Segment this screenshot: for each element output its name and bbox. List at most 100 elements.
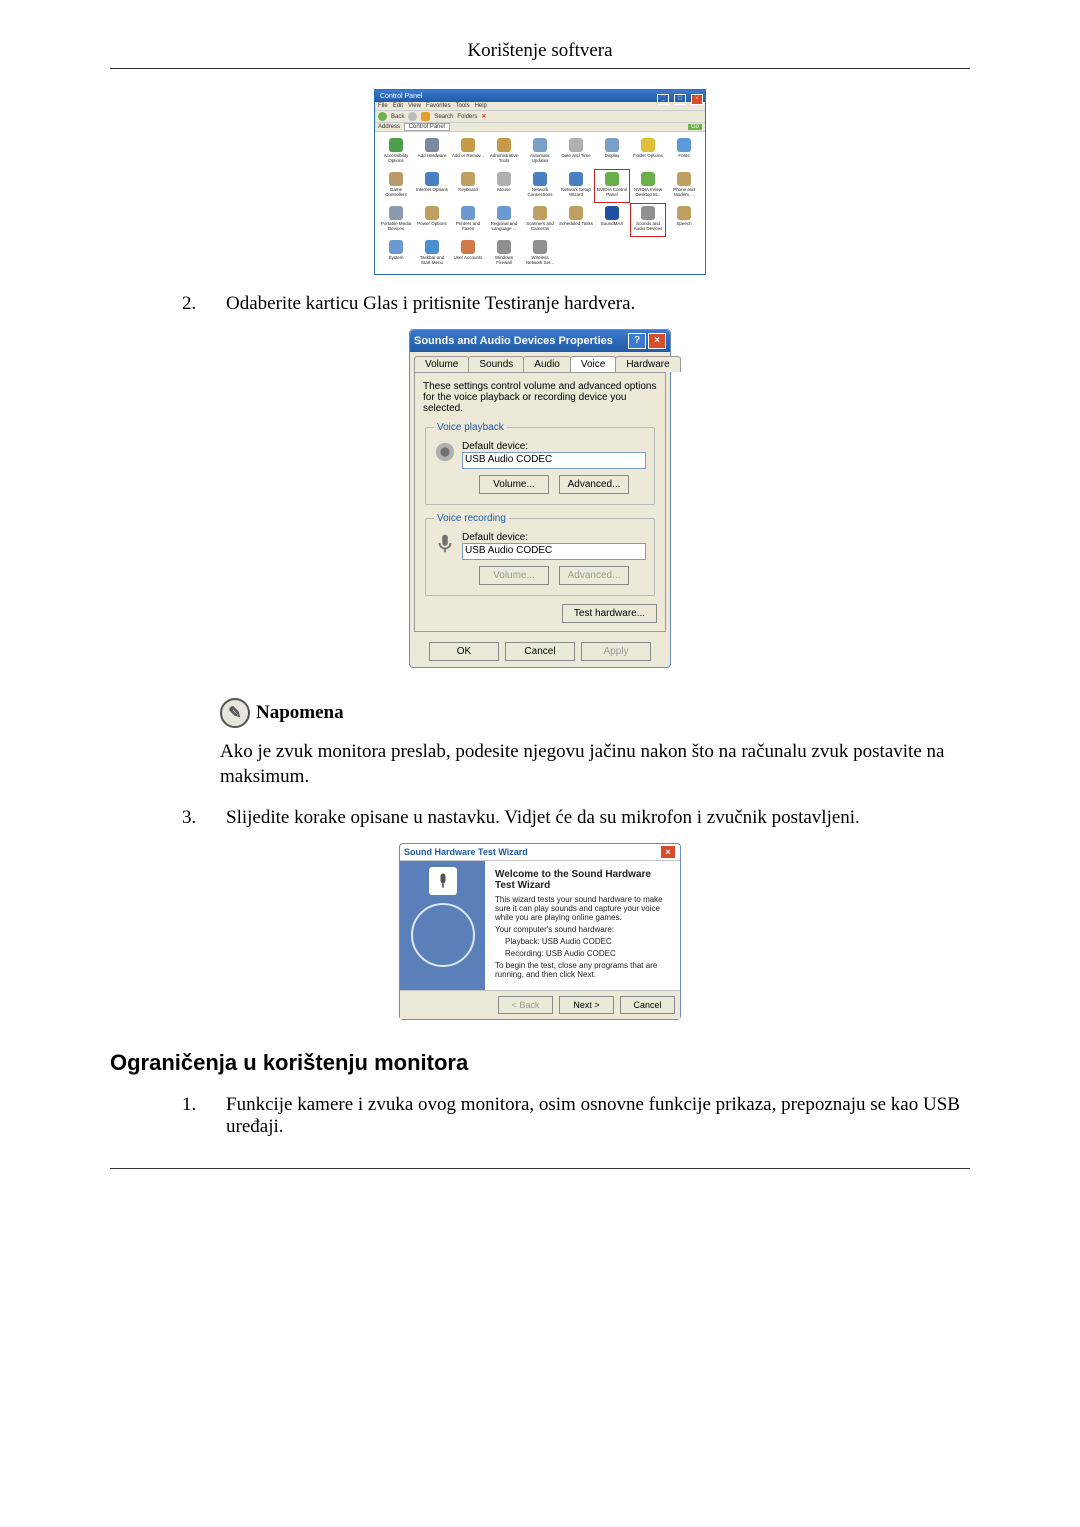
forward-icon[interactable] [408,112,417,121]
close-button[interactable]: × [660,845,676,859]
maximize-button[interactable]: □ [674,94,686,105]
window-buttons: _ □ × [656,87,703,105]
cp-item[interactable]: Windows Firewall [487,238,521,270]
wizard-button-row: < Back Next > Cancel [400,990,680,1019]
menu-tools[interactable]: Tools [456,103,470,109]
close-button[interactable]: × [648,333,666,349]
cp-item[interactable]: Keyboard [451,170,485,202]
cp-item[interactable]: Mouse [487,170,521,202]
menu-edit[interactable]: Edit [393,103,403,109]
cp-item[interactable]: Accessibility Options [379,136,413,168]
recording-volume-button[interactable]: Volume... [479,566,549,585]
menu-file[interactable]: File [378,103,388,109]
cp-item[interactable]: Scanners and Cameras [523,204,557,236]
cp-item-label: Scheduled Tasks [559,221,593,226]
cp-item[interactable]: Game Controllers [379,170,413,202]
address-value[interactable]: Control Panel [404,123,450,131]
cp-item-label: Sounds and Audio Devices [631,221,665,231]
cp-item[interactable]: NVIDIA nView Desktop M... [631,170,665,202]
cp-item-icon [389,206,403,220]
cp-item[interactable]: SoundMAX [595,204,629,236]
menu-help[interactable]: Help [475,103,487,109]
cp-item[interactable]: NVIDIA Control Panel [595,170,629,202]
help-button[interactable]: ? [628,333,646,349]
cp-item[interactable]: Date and Time [559,136,593,168]
playback-volume-button[interactable]: Volume... [479,475,549,494]
tab-hardware[interactable]: Hardware [615,356,680,372]
apply-button[interactable]: Apply [581,642,651,661]
sa-button-row: OK Cancel Apply [410,636,670,667]
menu-view[interactable]: View [408,103,421,109]
cp-item[interactable]: Folder Options [631,136,665,168]
playback-device-select[interactable]: USB Audio CODEC [462,452,646,469]
cp-item-label: Regional and Language ... [487,221,521,231]
go-button[interactable]: Go [688,124,702,130]
note-icon: ✎ [220,698,250,728]
cp-addressbar[interactable]: Address Control Panel Go [375,123,705,132]
sa-tabs: VolumeSoundsAudioVoiceHardware [410,352,670,372]
cp-item[interactable]: Power Options [415,204,449,236]
cp-item[interactable]: Display [595,136,629,168]
cp-item-icon [497,240,511,254]
voice-recording-legend: Voice recording [434,513,509,524]
tab-audio[interactable]: Audio [523,356,571,372]
cancel-button[interactable]: Cancel [505,642,575,661]
cp-item-icon [497,138,511,152]
folders-label[interactable]: Folders [457,114,477,120]
cp-item[interactable]: Sounds and Audio Devices [631,204,665,236]
cp-item[interactable]: Taskbar and Start Menu [415,238,449,270]
cp-item[interactable]: Administrative Tools [487,136,521,168]
ok-button[interactable]: OK [429,642,499,661]
cp-item[interactable]: Internet Options [415,170,449,202]
recording-advanced-button[interactable]: Advanced... [559,566,629,585]
step-number: 3. [110,807,220,829]
up-icon[interactable] [421,112,430,121]
speaker-icon [434,441,456,463]
next-button[interactable]: Next > [559,996,614,1014]
cp-item[interactable]: User Accounts [451,238,485,270]
cp-item[interactable]: Phone and Modem ... [667,170,701,202]
cp-item[interactable]: System [379,238,413,270]
cp-toolbar: Back Search Folders ✕ [375,111,705,123]
footer-rule [110,1168,970,1169]
recording-device-select[interactable]: USB Audio CODEC [462,543,646,560]
cancel-button[interactable]: Cancel [620,996,675,1014]
item-number: 1. [110,1094,220,1138]
cp-item[interactable]: Portable Media Devices [379,204,413,236]
tab-sounds[interactable]: Sounds [468,356,524,372]
cp-item[interactable]: Regional and Language ... [487,204,521,236]
cp-item[interactable]: Speech [667,204,701,236]
delete-icon[interactable]: ✕ [481,113,486,120]
back-icon[interactable] [378,112,387,121]
cp-item-label: Windows Firewall [487,255,521,265]
figure-wizard: Sound Hardware Test Wizard × Welcome to … [110,843,970,1020]
cp-item-label: Speech [667,221,701,226]
menu-favorites[interactable]: Favorites [426,103,451,109]
microphone-graphic-icon [429,867,457,895]
tab-volume[interactable]: Volume [414,356,469,372]
test-hardware-button[interactable]: Test hardware... [562,604,657,623]
minimize-button[interactable]: _ [657,94,669,105]
cp-items-grid: Accessibility OptionsAdd HardwareAdd or … [375,132,705,274]
close-button[interactable]: × [691,94,703,105]
cp-item[interactable]: Printers and Faxes [451,204,485,236]
back-button[interactable]: < Back [498,996,553,1014]
cp-item[interactable]: Add Hardware [415,136,449,168]
cp-item[interactable]: Network Setup Wizard [559,170,593,202]
cp-item-icon [533,240,547,254]
cp-item[interactable]: Automatic Updates [523,136,557,168]
playback-advanced-button[interactable]: Advanced... [559,475,629,494]
wiz-titlebar: Sound Hardware Test Wizard × [400,844,680,861]
cp-item[interactable]: Add or Remov... [451,136,485,168]
search-label[interactable]: Search [434,114,453,120]
cp-item[interactable]: Fonts [667,136,701,168]
step-3: 3. Slijedite korake opisane u nastavku. … [110,807,970,829]
cp-item[interactable]: Scheduled Tasks [559,204,593,236]
cp-item[interactable]: Wireless Network Set... [523,238,557,270]
cp-item-label: Game Controllers [379,187,413,197]
wizard-main: Welcome to the Sound Hardware Test Wizar… [485,861,680,990]
cp-item-label: Phone and Modem ... [667,187,701,197]
cp-item-icon [461,206,475,220]
cp-item[interactable]: Network Connections [523,170,557,202]
tab-voice[interactable]: Voice [570,356,616,372]
